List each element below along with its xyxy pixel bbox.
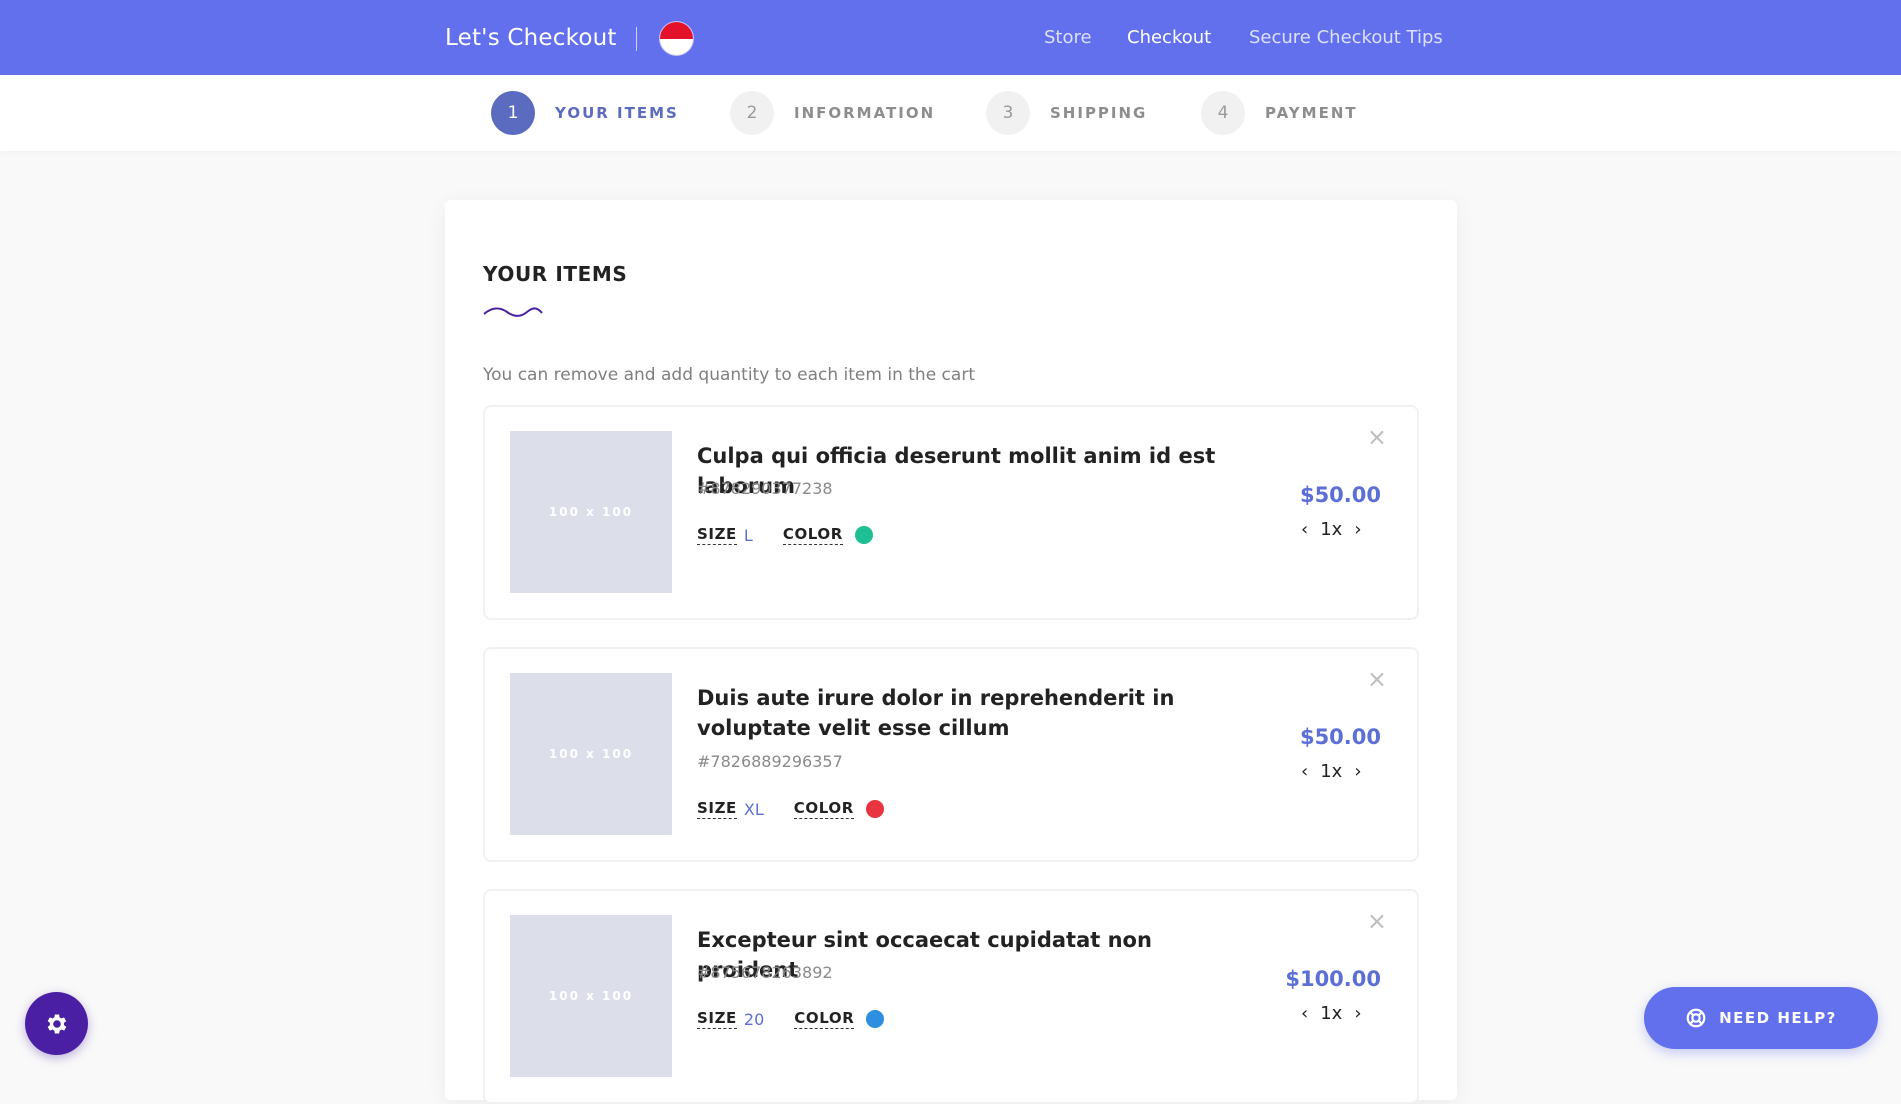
step-number: 2 [730, 91, 774, 135]
quantity-value: 1x [1320, 519, 1343, 540]
brand-divider [636, 27, 637, 51]
step-your-items[interactable]: 1 YOUR ITEMS [491, 75, 679, 151]
step-information[interactable]: 2 INFORMATION [730, 75, 935, 151]
size-value[interactable]: 20 [744, 1010, 764, 1029]
chevron-left-icon[interactable]: ‹ [1301, 519, 1308, 540]
chevron-left-icon[interactable]: ‹ [1301, 761, 1308, 782]
quantity-stepper: ‹ 1x › [1301, 519, 1362, 540]
step-label: YOUR ITEMS [555, 104, 679, 122]
color-label: COLOR [793, 799, 854, 819]
color-swatch[interactable] [854, 526, 873, 544]
product-sku: #875678263892 [697, 963, 833, 982]
settings-button[interactable] [25, 992, 88, 1055]
need-help-label: NEED HELP? [1719, 1009, 1837, 1027]
step-payment[interactable]: 4 PAYMENT [1201, 75, 1358, 151]
quantity-stepper: ‹ 1x › [1301, 1003, 1362, 1024]
lifebuoy-icon [1686, 1008, 1706, 1028]
size-label: SIZE [697, 799, 737, 819]
chevron-left-icon[interactable]: ‹ [1301, 1003, 1308, 1024]
product-attributes: SIZE L COLOR [697, 523, 873, 547]
product-sku: #878290377238 [697, 479, 833, 498]
step-number: 4 [1201, 91, 1245, 135]
quantity-stepper: ‹ 1x › [1301, 761, 1362, 782]
product-price: $50.00 [1299, 725, 1381, 749]
product-price: $100.00 [1285, 967, 1381, 991]
cart-title: YOUR ITEMS [483, 262, 628, 286]
close-icon[interactable]: × [1367, 425, 1387, 449]
size-label: SIZE [697, 525, 737, 545]
product-sku: #7826889296357 [697, 752, 843, 771]
chevron-right-icon[interactable]: › [1354, 519, 1361, 540]
quantity-value: 1x [1320, 1003, 1343, 1024]
step-number: 1 [491, 91, 535, 135]
cart-item: 100 x 100 Excepteur sint occaecat cupida… [483, 889, 1419, 1104]
size-value[interactable]: L [744, 526, 753, 545]
chevron-right-icon[interactable]: › [1354, 761, 1361, 782]
quantity-value: 1x [1320, 761, 1343, 782]
color-swatch[interactable] [865, 800, 884, 818]
step-label: SHIPPING [1050, 104, 1148, 122]
checkout-steps: 1 YOUR ITEMS 2 INFORMATION 3 SHIPPING 4 … [0, 75, 1901, 151]
product-thumbnail[interactable]: 100 x 100 [510, 915, 672, 1077]
cart-item: 100 x 100 Duis aute irure dolor in repre… [483, 647, 1419, 862]
close-icon[interactable]: × [1367, 909, 1387, 933]
color-label: COLOR [794, 1009, 855, 1029]
gear-icon [47, 1013, 66, 1034]
product-thumbnail[interactable]: 100 x 100 [510, 431, 672, 593]
wave-divider-icon [483, 307, 543, 317]
step-label: INFORMATION [794, 104, 936, 122]
need-help-button[interactable]: NEED HELP? [1644, 987, 1878, 1049]
product-price: $50.00 [1299, 483, 1381, 507]
cart-card: YOUR ITEMS You can remove and add quanti… [445, 200, 1457, 1104]
nav-link-secure-checkout-tips[interactable]: Secure Checkout Tips [1249, 0, 1443, 75]
nav-link-checkout[interactable]: Checkout [1127, 0, 1211, 75]
step-label: PAYMENT [1265, 104, 1358, 122]
product-attributes: SIZE XL COLOR [697, 797, 884, 821]
nav-link-store[interactable]: Store [1044, 0, 1092, 75]
chevron-right-icon[interactable]: › [1354, 1003, 1361, 1024]
close-icon[interactable]: × [1367, 667, 1387, 691]
color-swatch[interactable] [866, 1010, 885, 1028]
step-number: 3 [986, 91, 1030, 135]
size-label: SIZE [697, 1009, 737, 1029]
indonesia-flag-icon[interactable] [660, 22, 693, 55]
size-value[interactable]: XL [744, 800, 764, 819]
cart-subtitle: You can remove and add quantity to each … [483, 365, 975, 385]
product-thumbnail[interactable]: 100 x 100 [510, 673, 672, 835]
color-label: COLOR [782, 525, 843, 545]
step-shipping[interactable]: 3 SHIPPING [986, 75, 1147, 151]
product-attributes: SIZE 20 COLOR [697, 1007, 885, 1031]
brand-title[interactable]: Let's Checkout [445, 0, 617, 75]
cart-item: 100 x 100 Culpa qui officia deserunt mol… [483, 405, 1419, 620]
top-navbar: Let's Checkout Store Checkout Secure Che… [0, 0, 1901, 75]
